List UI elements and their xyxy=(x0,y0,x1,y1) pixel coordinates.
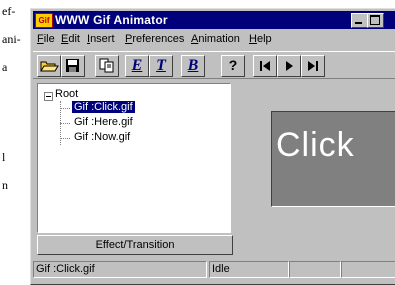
status-bar: Gif :Click.gif Idle xyxy=(33,259,395,278)
menu-insert[interactable]: Insert xyxy=(87,33,115,45)
preview-text: Click xyxy=(276,126,355,164)
page-text-line: ani- xyxy=(2,32,21,46)
menu-animation[interactable]: Animation xyxy=(191,33,240,45)
copy-button[interactable] xyxy=(95,55,119,77)
page-text-line: a xyxy=(2,60,8,74)
tree-item[interactable]: Gif :Now.gif xyxy=(74,131,130,143)
toolbar: E T B ? xyxy=(33,51,395,79)
status-file: Gif :Click.gif xyxy=(33,261,207,278)
title-bar[interactable]: Gif WWW Gif Animator xyxy=(33,11,395,29)
page-text-line: ef- xyxy=(2,4,16,18)
menu-label: dit xyxy=(68,33,80,45)
maximize-icon xyxy=(370,15,380,25)
page-text-line: l xyxy=(2,150,6,164)
letter-b-button[interactable]: B xyxy=(181,55,205,77)
help-icon: ? xyxy=(228,57,238,73)
help-button[interactable]: ? xyxy=(221,55,245,77)
tree-connector-line xyxy=(60,138,70,139)
document-page-fragment: ef- ani- a l n xyxy=(0,0,30,276)
play-button[interactable] xyxy=(277,55,301,77)
status-empty xyxy=(341,261,395,278)
copy-icon xyxy=(99,58,114,73)
status-empty xyxy=(289,261,341,278)
open-folder-icon xyxy=(40,61,59,72)
menu-label: ile xyxy=(43,33,55,45)
menu-preferences[interactable]: Preferences xyxy=(125,33,184,45)
first-frame-icon xyxy=(260,61,270,71)
app-window: Gif WWW Gif Animator File Edit Insert Pr… xyxy=(30,8,395,285)
menu-label: nsert xyxy=(90,33,115,45)
last-frame-button[interactable] xyxy=(301,55,325,77)
letter-e-button[interactable]: E xyxy=(125,55,149,77)
status-state: Idle xyxy=(209,261,289,278)
save-button[interactable] xyxy=(61,55,85,77)
menu-bar: File Edit Insert Preferences Animation H… xyxy=(33,31,395,49)
letter-t-icon: T xyxy=(156,57,166,74)
page-text-line: n xyxy=(2,178,8,192)
play-icon xyxy=(286,61,293,71)
effect-transition-button[interactable]: Effect/Transition xyxy=(37,235,233,255)
minimize-icon xyxy=(355,22,362,24)
tree-item[interactable]: Gif :Here.gif xyxy=(74,116,133,128)
frame-tree[interactable]: Root Gif :Click.gif Gif :Here.gif Gif :N… xyxy=(37,83,231,233)
frame-preview: Click xyxy=(271,111,395,207)
menu-accel: F xyxy=(37,33,44,45)
menu-label: references xyxy=(132,33,185,45)
app-icon[interactable]: Gif xyxy=(35,13,53,28)
save-disk-icon xyxy=(66,59,79,72)
menu-file[interactable]: File xyxy=(37,33,55,45)
menu-help[interactable]: Help xyxy=(249,33,272,45)
last-frame-icon xyxy=(308,61,318,71)
collapse-expander-icon[interactable] xyxy=(44,92,53,101)
maximize-button[interactable] xyxy=(367,13,384,28)
first-frame-button[interactable] xyxy=(253,55,277,77)
menu-label: elp xyxy=(256,33,272,45)
letter-b-icon: B xyxy=(187,57,199,74)
tree-connector-line xyxy=(60,108,70,109)
menu-label: nimation xyxy=(198,33,240,45)
menu-accel: H xyxy=(249,33,257,45)
tree-item[interactable]: Gif :Click.gif xyxy=(72,101,135,113)
letter-e-icon: E xyxy=(131,57,143,74)
tree-connector-line xyxy=(60,123,70,124)
letter-t-button[interactable]: T xyxy=(149,55,173,77)
menu-edit[interactable]: Edit xyxy=(61,33,80,45)
window-title: WWW Gif Animator xyxy=(55,13,168,27)
open-button[interactable] xyxy=(37,55,61,77)
minimize-button[interactable] xyxy=(351,13,368,28)
tree-root[interactable]: Root xyxy=(55,88,78,100)
